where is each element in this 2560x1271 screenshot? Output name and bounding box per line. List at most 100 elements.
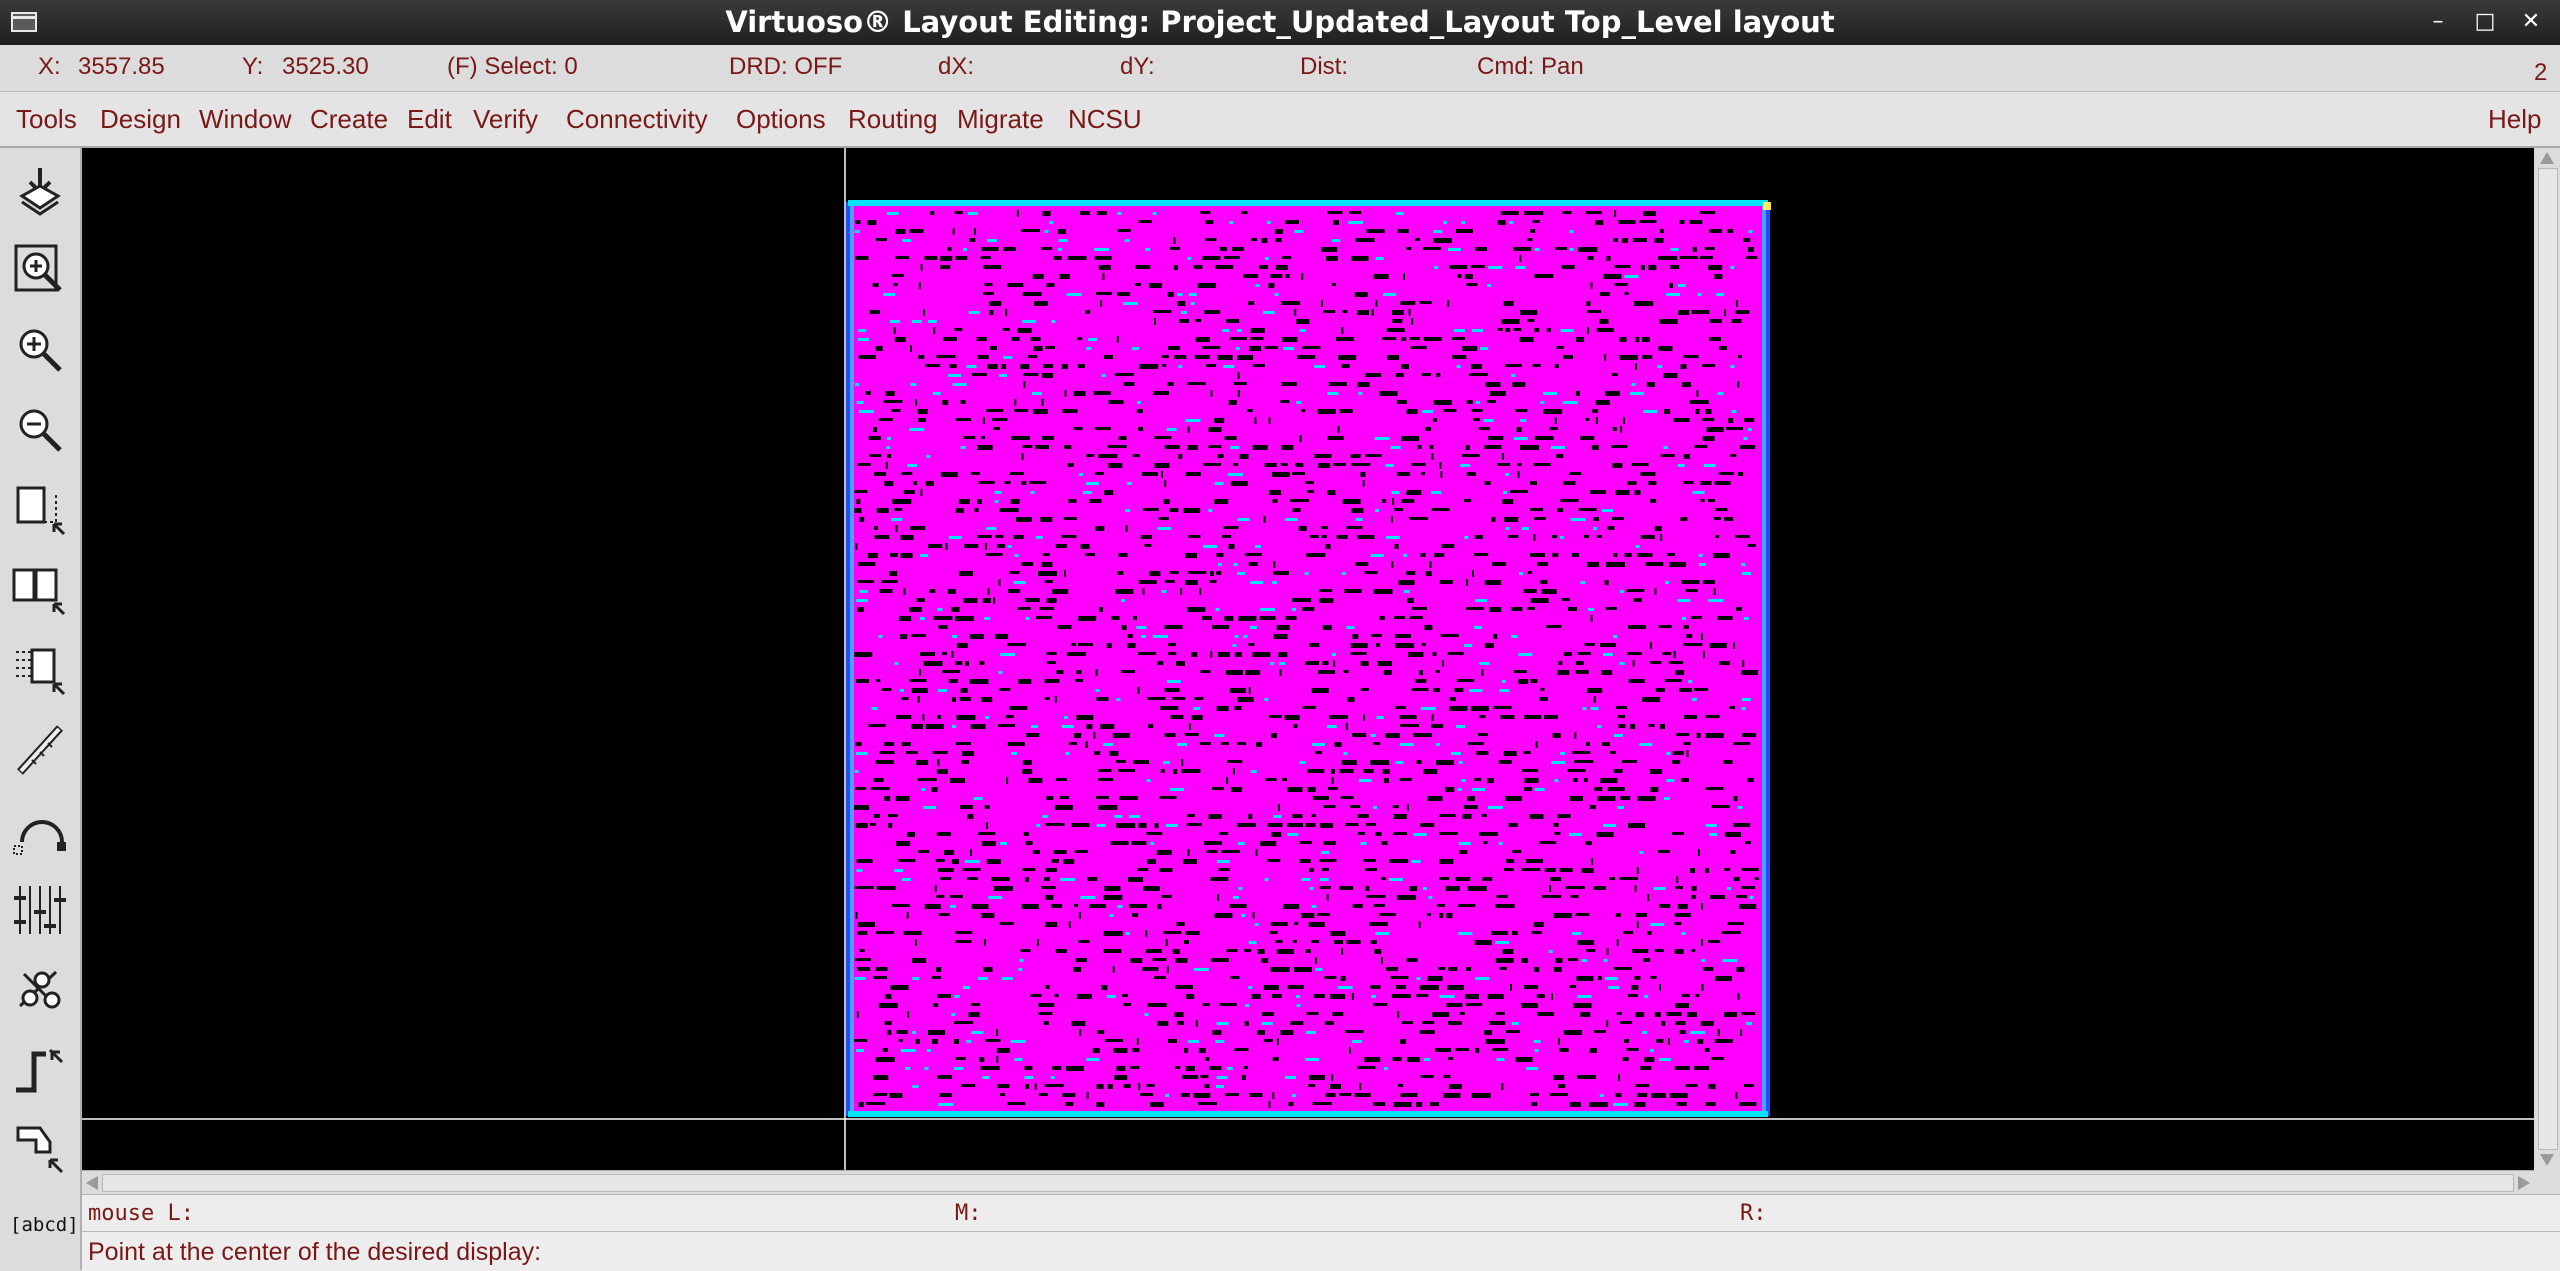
bottom-power-rail [848, 1111, 1768, 1117]
cell-gap [1046, 598, 1057, 603]
label-button[interactable]: [abcd] [6, 1194, 79, 1264]
cell-gap [947, 247, 952, 251]
zoom-in-button[interactable] [6, 314, 72, 384]
menu-tools[interactable]: Tools [16, 104, 77, 135]
ruler-button[interactable] [6, 714, 72, 784]
scroll-up-arrow[interactable] [2540, 152, 2554, 164]
cell-gap [1351, 463, 1371, 466]
metal-segment [926, 1049, 931, 1052]
vertical-scroll-thumb[interactable] [2538, 168, 2558, 1150]
cell-gap [1068, 921, 1071, 928]
cell-gap [1269, 490, 1281, 495]
cell-gap [1604, 354, 1607, 361]
metal-segment [1495, 941, 1510, 944]
cell-gap [1392, 1057, 1402, 1061]
scroll-down-arrow[interactable] [2540, 1154, 2554, 1166]
cell-gap [1342, 499, 1361, 504]
metal-segment [1314, 365, 1326, 368]
menu-migrate[interactable]: Migrate [957, 104, 1044, 135]
metal-segment [1152, 635, 1168, 638]
zoom-out-button[interactable] [6, 394, 72, 464]
cell-gap [1615, 706, 1627, 709]
cell-gap [1406, 598, 1414, 603]
metal-segment [1603, 824, 1617, 827]
cell-gap [955, 508, 964, 513]
scroll-left-arrow[interactable] [86, 1176, 98, 1190]
menu-verify[interactable]: Verify [473, 104, 538, 135]
metal-segment [1241, 914, 1246, 917]
cell-gap [1177, 1021, 1184, 1025]
horizontal-scrollbar[interactable] [82, 1170, 2534, 1195]
cell-gap [884, 481, 894, 486]
metal-segment [1550, 446, 1565, 449]
cell-gap [1504, 868, 1515, 871]
copy-button[interactable] [6, 554, 72, 624]
cell-gap [1409, 886, 1418, 891]
layout-canvas[interactable] [82, 148, 2534, 1170]
cell-gap [1011, 337, 1020, 341]
cell-gap [1613, 553, 1618, 557]
metal-segment [1443, 221, 1448, 224]
cell-gap [1589, 1102, 1609, 1107]
vertical-scrollbar[interactable] [2534, 148, 2560, 1170]
metal-segment [1036, 824, 1041, 827]
metal-segment [1272, 581, 1278, 584]
cell-gap [1284, 715, 1300, 720]
menu-help[interactable]: Help [2488, 104, 2541, 135]
menu-edit[interactable]: Edit [407, 104, 452, 135]
path-button[interactable] [6, 874, 72, 944]
menu-ncsu[interactable]: NCSU [1068, 104, 1142, 135]
cell-gap [1418, 921, 1421, 928]
wire-button[interactable] [6, 1034, 72, 1104]
polygon-button[interactable] [6, 1114, 72, 1184]
metal-segment [1250, 770, 1257, 773]
menu-window[interactable]: Window [199, 104, 291, 135]
stretch-button[interactable] [6, 474, 72, 544]
cell-gap [1557, 508, 1564, 512]
minimize-button[interactable]: – [2421, 6, 2455, 38]
instance-button[interactable] [6, 954, 72, 1024]
cell-gap [1531, 931, 1542, 934]
cell-gap [1175, 985, 1193, 989]
cell-gap [1117, 571, 1124, 575]
cell-gap [966, 877, 978, 880]
horizontal-scroll-thumb[interactable] [102, 1174, 2514, 1192]
cell-gap [1341, 327, 1344, 334]
cell-gap [1397, 229, 1409, 233]
maximize-button[interactable]: □ [2468, 6, 2502, 38]
menu-options[interactable]: Options [736, 104, 826, 135]
metal-segment [1086, 1058, 1100, 1061]
scroll-right-arrow[interactable] [2518, 1176, 2530, 1190]
cell-gap [1482, 877, 1493, 881]
close-button[interactable]: ✕ [2514, 6, 2548, 38]
cell-gap [1279, 669, 1282, 676]
cell-gap [1352, 733, 1367, 737]
metal-segment [1285, 518, 1298, 521]
menu-connectivity[interactable]: Connectivity [566, 104, 708, 135]
cell-gap [1594, 787, 1603, 791]
metal-segment [1501, 680, 1506, 683]
menu-routing[interactable]: Routing [848, 104, 938, 135]
cell-gap [854, 490, 868, 493]
cell-gap [933, 616, 953, 620]
cell-gap [1660, 454, 1675, 457]
cell-gap [1268, 283, 1275, 288]
zoom-fit-button[interactable] [6, 234, 72, 304]
undo-button[interactable] [6, 794, 72, 864]
metal-segment [886, 437, 891, 440]
metal-segment [1727, 887, 1731, 890]
cell-gap [1395, 373, 1404, 377]
metal-segment [1177, 293, 1183, 296]
save-button[interactable] [6, 154, 72, 224]
cell-gap [1413, 733, 1432, 737]
cell-gap [1576, 976, 1594, 981]
menu-design[interactable]: Design [100, 104, 181, 135]
menu-create[interactable]: Create [310, 104, 388, 135]
zoom-out-icon [19, 409, 62, 452]
move-button[interactable] [6, 634, 72, 704]
cell-gap [995, 634, 1009, 639]
cell-gap [1728, 706, 1735, 709]
cell-gap [1671, 832, 1684, 835]
metal-segment [1022, 320, 1037, 323]
cell-gap [865, 391, 871, 395]
